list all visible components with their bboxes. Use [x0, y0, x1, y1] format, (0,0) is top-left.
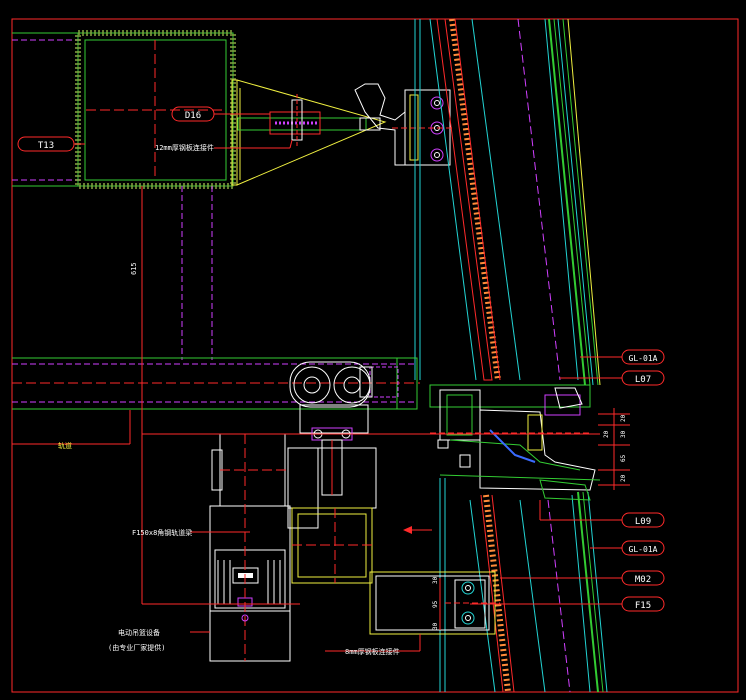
- note-motor-1: 电动吊篮设备: [118, 628, 160, 637]
- note-plate-12mm: 12mm厚钢板连接件: [155, 143, 214, 152]
- dim-vertical: 615: [130, 262, 138, 275]
- note-beam: F150x8角钢轨道梁: [132, 528, 192, 537]
- tag-l09-text: L09: [635, 517, 651, 527]
- tag-gl01a-bottom: GL-01A: [621, 540, 665, 556]
- tag-gl01a-top-text: GL-01A: [629, 354, 658, 363]
- transom-detail: [429, 384, 601, 501]
- bracket-triangle: [231, 79, 387, 186]
- tag-m02: M02: [621, 570, 665, 586]
- box-dim-top: 30: [432, 576, 439, 584]
- dim-20a: 20: [620, 414, 627, 422]
- dim-20c: 20: [620, 474, 627, 482]
- dim-65: 65: [620, 454, 627, 462]
- tag-f15-text: F15: [635, 601, 651, 611]
- top-steel-box: [12, 30, 236, 360]
- note-rail: 轨道: [58, 441, 72, 450]
- tag-gl01a-bottom-text: GL-01A: [629, 545, 658, 554]
- trolley: [289, 361, 371, 496]
- tag-f15: F15: [621, 596, 665, 612]
- box-dim-bot: 30: [432, 622, 439, 630]
- note-motor-2: (由专业厂家提供): [108, 643, 165, 652]
- dim-30: 30: [620, 430, 627, 438]
- cad-drawing: T13 D16 GL-01A L07 L09 GL-01A M02 F15 12…: [11, 18, 739, 693]
- tag-l09: L09: [621, 512, 665, 528]
- tag-l07-text: L07: [635, 375, 651, 385]
- tag-d16: D16: [171, 106, 215, 122]
- tag-l07: L07: [621, 370, 665, 386]
- tag-m02-text: M02: [635, 575, 651, 585]
- anchor-connector: [354, 83, 452, 166]
- tag-gl01a-top: GL-01A: [621, 349, 665, 365]
- tag-t13: T13: [17, 136, 75, 152]
- note-plate-8mm: 8mm厚钢板连接件: [345, 647, 400, 656]
- hoist-motor: [209, 433, 377, 662]
- tag-t13-text: T13: [38, 141, 54, 151]
- dim-20b: 20: [603, 430, 610, 438]
- facade-system: [414, 18, 608, 693]
- tag-d16-text: D16: [185, 111, 201, 121]
- beam-section: [291, 507, 373, 584]
- direction-arrow: [403, 526, 432, 534]
- box-dim-mid: 95: [432, 600, 439, 608]
